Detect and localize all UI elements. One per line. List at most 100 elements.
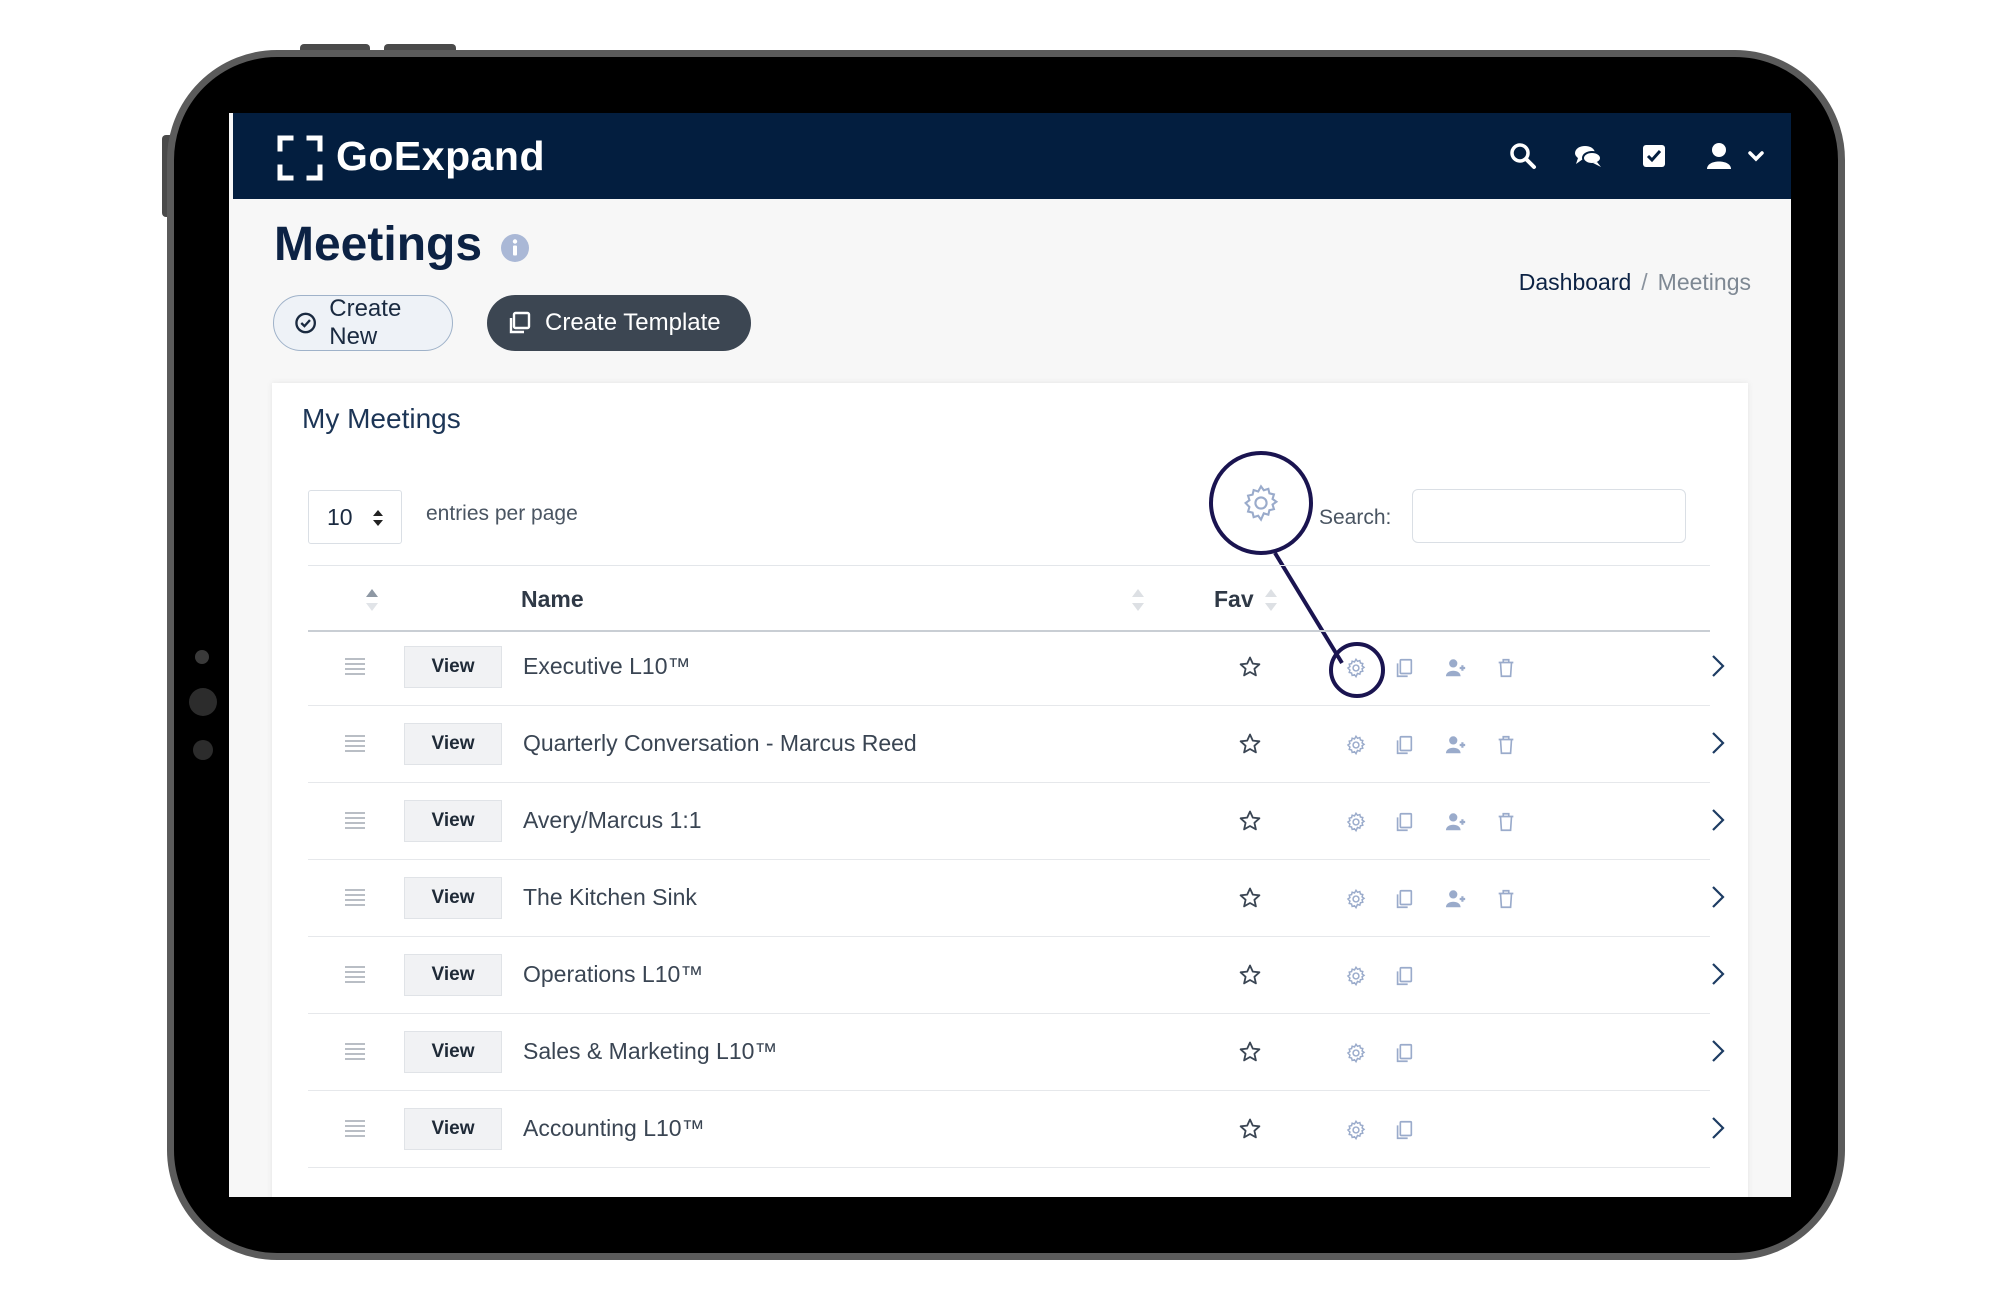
gear-icon[interactable] xyxy=(1345,965,1367,987)
table-row: View The Kitchen Sink xyxy=(308,860,1725,937)
column-header-name[interactable]: Name xyxy=(521,586,584,613)
create-template-label: Create Template xyxy=(545,309,721,336)
chevron-right-icon[interactable] xyxy=(1711,653,1725,679)
star-icon[interactable] xyxy=(1238,963,1262,987)
gear-icon[interactable] xyxy=(1345,1042,1367,1064)
drag-handle-icon[interactable] xyxy=(344,733,366,753)
view-button[interactable]: View xyxy=(404,800,502,842)
chevron-down-icon[interactable] xyxy=(1741,141,1771,171)
camera-dot xyxy=(195,650,209,664)
view-button[interactable]: View xyxy=(404,877,502,919)
gear-icon[interactable] xyxy=(1345,1119,1367,1141)
table-row: View Operations L10™ xyxy=(308,937,1725,1014)
copy-icon[interactable] xyxy=(1393,657,1415,679)
table-row: View Quarterly Conversation - Marcus Ree… xyxy=(308,706,1725,783)
card-title: My Meetings xyxy=(302,403,461,434)
check-circle-icon xyxy=(295,312,316,334)
star-icon[interactable] xyxy=(1238,886,1262,910)
copy-icon[interactable] xyxy=(1393,734,1415,756)
sort-asc-icon[interactable] xyxy=(364,586,380,614)
copy-icon[interactable] xyxy=(1393,888,1415,910)
table-row: View Executive L10™ xyxy=(308,629,1725,706)
logo-mark-icon xyxy=(277,135,323,181)
create-new-button[interactable]: Create New xyxy=(273,295,453,351)
gear-icon[interactable] xyxy=(1345,811,1367,833)
chat-icon[interactable] xyxy=(1573,141,1603,171)
view-button[interactable]: View xyxy=(404,723,502,765)
drag-handle-icon[interactable] xyxy=(344,810,366,830)
meeting-name[interactable]: Avery/Marcus 1:1 xyxy=(523,807,702,834)
sort-arrows-icon xyxy=(373,510,383,526)
create-new-label: Create New xyxy=(329,295,402,350)
user-icon[interactable] xyxy=(1704,141,1734,171)
meeting-name[interactable]: The Kitchen Sink xyxy=(523,884,697,911)
view-button[interactable]: View xyxy=(404,1031,502,1073)
gear-icon[interactable] xyxy=(1345,734,1367,756)
search-input[interactable] xyxy=(1412,489,1686,543)
copy-icon[interactable] xyxy=(1393,965,1415,987)
star-icon[interactable] xyxy=(1238,732,1262,756)
callout-circle xyxy=(1329,642,1385,698)
trash-icon[interactable] xyxy=(1495,811,1517,833)
view-button[interactable]: View xyxy=(404,1108,502,1150)
copy-icon xyxy=(509,311,531,334)
star-icon[interactable] xyxy=(1238,1040,1262,1064)
top-navbar: GoExpand xyxy=(233,113,1791,199)
chevron-right-icon[interactable] xyxy=(1711,807,1725,833)
add-user-icon[interactable] xyxy=(1445,888,1467,910)
meeting-name[interactable]: Executive L10™ xyxy=(523,653,690,680)
star-icon[interactable] xyxy=(1238,809,1262,833)
copy-icon[interactable] xyxy=(1393,1119,1415,1141)
chevron-right-icon[interactable] xyxy=(1711,730,1725,756)
view-button[interactable]: View xyxy=(404,646,502,688)
gear-icon[interactable] xyxy=(1345,888,1367,910)
copy-icon[interactable] xyxy=(1393,811,1415,833)
column-header-fav[interactable]: Fav xyxy=(1214,586,1254,613)
chevron-right-icon[interactable] xyxy=(1711,884,1725,910)
drag-handle-icon[interactable] xyxy=(344,964,366,984)
info-icon[interactable] xyxy=(500,233,530,263)
copy-icon[interactable] xyxy=(1393,1042,1415,1064)
add-user-icon[interactable] xyxy=(1445,811,1467,833)
drag-handle-icon[interactable] xyxy=(344,887,366,907)
star-icon[interactable] xyxy=(1238,1117,1262,1141)
table-header: Name Fav xyxy=(308,565,1710,632)
chevron-right-icon[interactable] xyxy=(1711,1038,1725,1064)
table-row: View Accounting L10™ xyxy=(308,1091,1725,1168)
table-body: View Executive L10™ View Quarterly Conve… xyxy=(308,629,1725,1168)
sensor-dot-large xyxy=(189,688,217,716)
brand-logo-text[interactable]: GoExpand xyxy=(336,133,545,180)
meeting-name[interactable]: Sales & Marketing L10™ xyxy=(523,1038,777,1065)
drag-handle-icon[interactable] xyxy=(344,1118,366,1138)
star-icon[interactable] xyxy=(1238,655,1262,679)
add-user-icon[interactable] xyxy=(1445,734,1467,756)
meeting-name[interactable]: Quarterly Conversation - Marcus Reed xyxy=(523,730,917,757)
gear-icon xyxy=(1244,484,1279,522)
breadcrumb: Dashboard / Meetings xyxy=(1519,269,1751,296)
meeting-name[interactable]: Accounting L10™ xyxy=(523,1115,705,1142)
drag-handle-icon[interactable] xyxy=(344,1041,366,1061)
add-user-icon[interactable] xyxy=(1445,657,1467,679)
breadcrumb-dashboard-link[interactable]: Dashboard xyxy=(1519,269,1632,295)
sensor-dot-small xyxy=(193,740,213,760)
drag-handle-icon[interactable] xyxy=(344,656,366,676)
trash-icon[interactable] xyxy=(1495,888,1517,910)
search-label: Search: xyxy=(1319,506,1392,529)
entries-label: entries per page xyxy=(426,502,578,525)
trash-icon[interactable] xyxy=(1495,657,1517,679)
search-icon[interactable] xyxy=(1508,141,1538,171)
create-template-button[interactable]: Create Template xyxy=(487,295,751,351)
meeting-name[interactable]: Operations L10™ xyxy=(523,961,703,988)
table-row: View Sales & Marketing L10™ xyxy=(308,1014,1725,1091)
chevron-right-icon[interactable] xyxy=(1711,1115,1725,1141)
sort-icon[interactable] xyxy=(1263,586,1279,614)
chevron-right-icon[interactable] xyxy=(1711,961,1725,987)
entries-per-page-select[interactable]: 10 xyxy=(308,490,402,544)
view-button[interactable]: View xyxy=(404,954,502,996)
entries-value: 10 xyxy=(327,503,353,530)
checkbox-icon[interactable] xyxy=(1639,141,1669,171)
trash-icon[interactable] xyxy=(1495,734,1517,756)
sort-icon[interactable] xyxy=(1130,586,1146,614)
app-screen: GoExpand Meetings Dashboard / Meetings Cre… xyxy=(229,113,1791,1197)
page-title: Meetings xyxy=(274,218,483,271)
